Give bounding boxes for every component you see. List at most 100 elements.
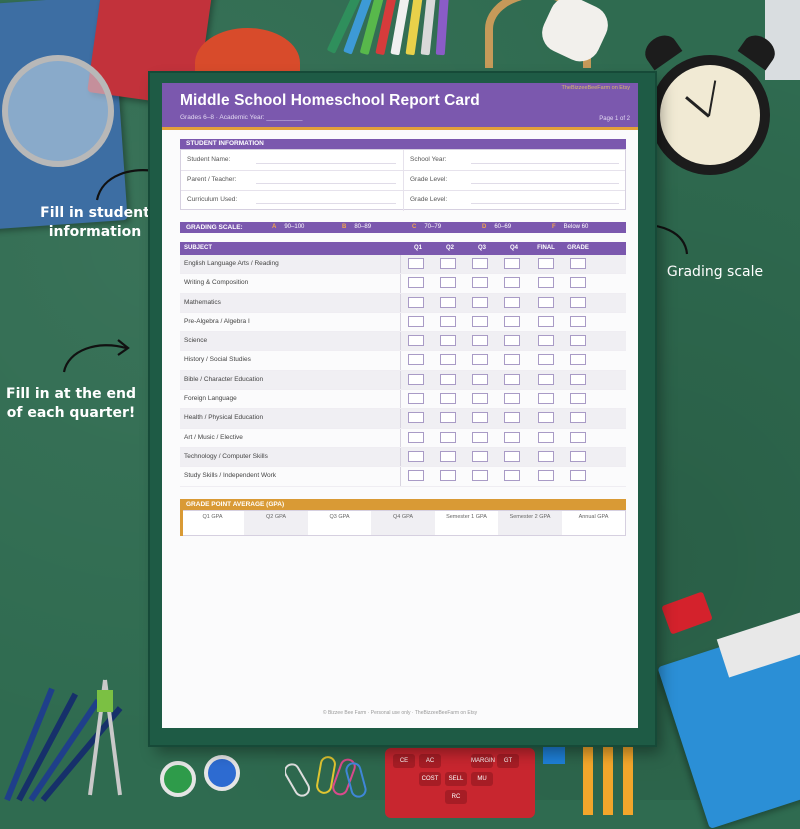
column-divider: [400, 390, 401, 409]
grade-box[interactable]: [472, 354, 488, 366]
grade-box[interactable]: [408, 470, 424, 482]
grade-box[interactable]: [472, 335, 488, 347]
gpa-cell[interactable]: Q2 GPA: [244, 511, 308, 535]
gpa-cell[interactable]: Q1 GPA: [181, 511, 244, 535]
grade-box[interactable]: [440, 354, 456, 366]
grade-box[interactable]: [570, 450, 586, 462]
student-info-heading: STUDENT INFORMATION: [180, 139, 626, 149]
grade-box[interactable]: [538, 277, 554, 289]
grade-box[interactable]: [538, 315, 554, 327]
grade-box[interactable]: [440, 431, 456, 443]
grade-box[interactable]: [408, 431, 424, 443]
grade-box[interactable]: [504, 296, 520, 308]
info-label: Parent / Teacher:: [187, 176, 237, 183]
grade-box[interactable]: [504, 354, 520, 366]
grade-box[interactable]: [408, 296, 424, 308]
grade-box[interactable]: [570, 277, 586, 289]
grade-box[interactable]: [440, 393, 456, 405]
gpa-cell[interactable]: Semester 1 GPA: [435, 511, 498, 535]
grade-box[interactable]: [472, 431, 488, 443]
subject-cell: Technology / Computer Skills: [184, 452, 268, 460]
grade-level-field[interactable]: [471, 183, 619, 184]
grade-box[interactable]: [570, 335, 586, 347]
grade-box[interactable]: [408, 315, 424, 327]
grade-box[interactable]: [440, 373, 456, 385]
grade-box[interactable]: [504, 450, 520, 462]
scale-item: A 90–100: [272, 222, 304, 233]
grade-box[interactable]: [570, 393, 586, 405]
grade-box[interactable]: [504, 412, 520, 424]
grade-box[interactable]: [538, 373, 554, 385]
gpa-cell[interactable]: Semester 2 GPA: [498, 511, 562, 535]
grade-box[interactable]: [408, 373, 424, 385]
gpa-cell[interactable]: Q4 GPA: [371, 511, 435, 535]
grade-box[interactable]: [408, 450, 424, 462]
annotation-grading-scale: Grading scale: [666, 264, 764, 280]
grade-box[interactable]: [538, 354, 554, 366]
table-row: Art / Music / Elective: [180, 428, 626, 448]
document-frame: TheBizzeeBeeFarm on Etsy Middle School H…: [150, 73, 655, 745]
grade-box[interactable]: [504, 335, 520, 347]
grade-box[interactable]: [538, 393, 554, 405]
column-header: Q3: [477, 245, 486, 251]
column-divider: [400, 409, 401, 428]
grade-box[interactable]: [408, 335, 424, 347]
table-row: Study Skills / Independent Work: [180, 467, 626, 487]
column-divider: [400, 274, 401, 293]
grade-box[interactable]: [440, 315, 456, 327]
grade-box[interactable]: [538, 450, 554, 462]
grade-box[interactable]: [472, 393, 488, 405]
grade-box[interactable]: [504, 373, 520, 385]
grade-box[interactable]: [472, 373, 488, 385]
grade-box[interactable]: [408, 354, 424, 366]
grade-box[interactable]: [570, 470, 586, 482]
grade-box[interactable]: [408, 258, 424, 269]
grade-box[interactable]: [504, 277, 520, 289]
grade-box[interactable]: [408, 412, 424, 424]
gpa-cell[interactable]: Annual GPA: [562, 511, 625, 535]
grade-box[interactable]: [472, 412, 488, 424]
grade-box[interactable]: [538, 296, 554, 308]
gpa-cell[interactable]: Q3 GPA: [308, 511, 371, 535]
grade-box[interactable]: [570, 431, 586, 443]
grade-box[interactable]: [570, 296, 586, 308]
calc-key: GT: [497, 754, 519, 768]
grade-box[interactable]: [440, 412, 456, 424]
grade-box[interactable]: [504, 431, 520, 443]
grade-box[interactable]: [504, 393, 520, 405]
grade-box[interactable]: [570, 354, 586, 366]
school-year-field[interactable]: [471, 163, 619, 164]
grade-box[interactable]: [440, 470, 456, 482]
grade-box[interactable]: [504, 258, 520, 269]
grade-box[interactable]: [408, 393, 424, 405]
grade-box[interactable]: [472, 315, 488, 327]
grade-box[interactable]: [504, 315, 520, 327]
grade-box[interactable]: [472, 470, 488, 482]
grade-box[interactable]: [440, 296, 456, 308]
grade-box[interactable]: [538, 412, 554, 424]
curriculum-field[interactable]: [256, 203, 396, 204]
grade-box[interactable]: [472, 296, 488, 308]
grade-box[interactable]: [570, 258, 586, 269]
grade-level-field-2[interactable]: [471, 203, 619, 204]
grade-box[interactable]: [570, 412, 586, 424]
grade-box[interactable]: [440, 335, 456, 347]
grade-box[interactable]: [408, 277, 424, 289]
student-name-field[interactable]: [256, 163, 396, 164]
grade-box[interactable]: [472, 258, 488, 269]
grade-box[interactable]: [504, 470, 520, 482]
parent-teacher-field[interactable]: [256, 183, 396, 184]
subject-cell: English Language Arts / Reading: [184, 260, 279, 267]
grade-box[interactable]: [538, 258, 554, 269]
column-divider: [400, 293, 401, 312]
grade-box[interactable]: [538, 470, 554, 482]
grade-box[interactable]: [570, 373, 586, 385]
grade-box[interactable]: [538, 431, 554, 443]
grade-box[interactable]: [472, 277, 488, 289]
grade-box[interactable]: [472, 450, 488, 462]
grade-box[interactable]: [538, 335, 554, 347]
grade-box[interactable]: [440, 258, 456, 269]
grade-box[interactable]: [440, 277, 456, 289]
grade-box[interactable]: [440, 450, 456, 462]
grade-box[interactable]: [570, 315, 586, 327]
